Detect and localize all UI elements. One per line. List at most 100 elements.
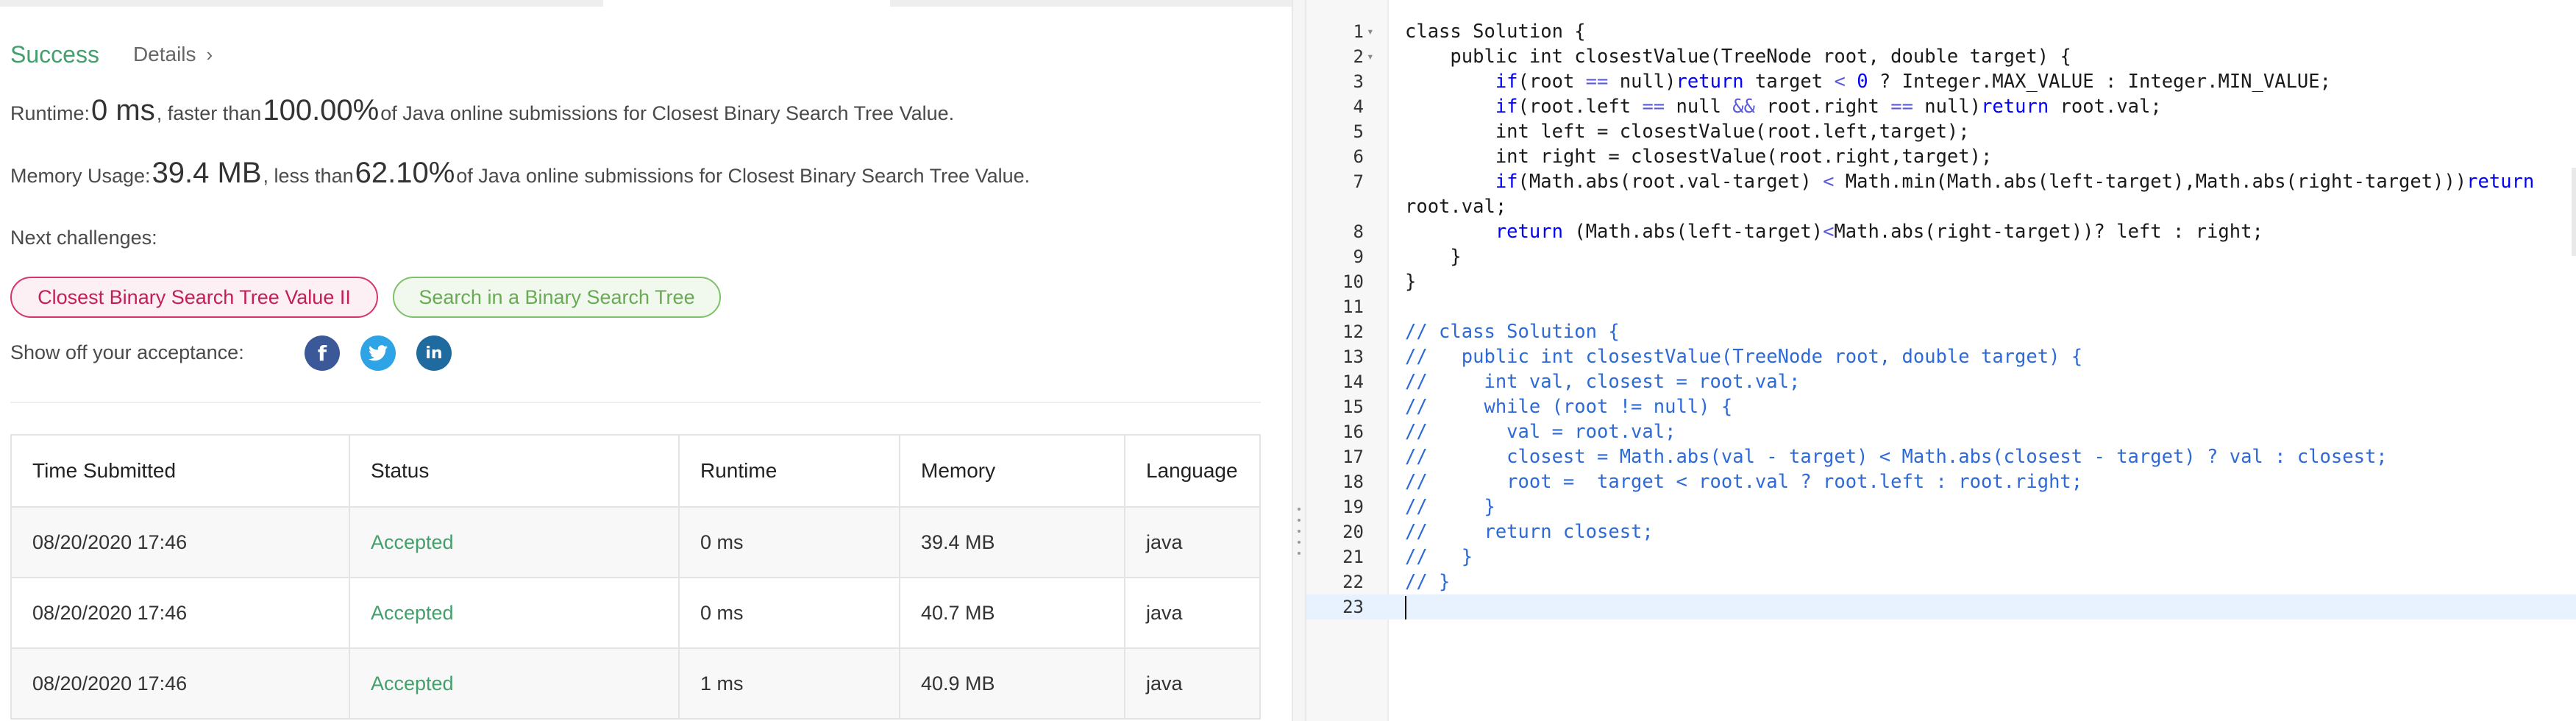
code-line[interactable]: 23 xyxy=(1306,594,2576,619)
line-number: 17 xyxy=(1342,447,1364,467)
code-line[interactable]: 10} xyxy=(1306,269,2576,294)
code-editor[interactable]: 1 ▾ class Solution {2 ▾ public int closestV… xyxy=(1306,0,2576,721)
drag-handle-icon[interactable] xyxy=(1298,508,1301,574)
pane-resize-divider[interactable] xyxy=(1292,0,1306,721)
chevron-right-icon[interactable]: › xyxy=(207,43,213,66)
code-text[interactable]: int left = closestValue(root.left,target… xyxy=(1405,119,2552,144)
cell-status-accepted[interactable]: Accepted xyxy=(349,506,680,578)
code-text[interactable]: if(Math.abs(root.val-target) < Math.min(… xyxy=(1405,169,2552,219)
code-line[interactable]: 22 // } xyxy=(1306,569,2576,594)
code-line[interactable]: 8 return (Math.abs(left-target)<Math.abs… xyxy=(1306,219,2576,244)
editor-scrollbar[interactable] xyxy=(2572,168,2576,256)
code-comment[interactable]: // val = root.val; xyxy=(1405,419,2552,444)
line-number: 2 xyxy=(1353,46,1364,67)
code-comment[interactable]: // } xyxy=(1405,544,2552,569)
code-line[interactable]: 16 // val = root.val; xyxy=(1306,419,2576,444)
line-number: 22 xyxy=(1342,572,1364,592)
line-number: 6 xyxy=(1353,146,1364,167)
code-line[interactable]: 1 ▾ class Solution { xyxy=(1306,19,2576,44)
code-line[interactable]: 18 // root = target < root.val ? root.lef… xyxy=(1306,469,2576,494)
table-row[interactable]: 08/20/2020 17:46 Accepted 0 ms 40.7 MB j… xyxy=(10,577,1261,649)
challenge-chip-search-in-bst[interactable]: Search in a Binary Search Tree xyxy=(393,277,721,318)
code-text[interactable]: if(root == null)return target < 0 ? Inte… xyxy=(1405,69,2552,94)
memory-mid: , less than xyxy=(263,165,354,187)
code-lines[interactable]: 1 ▾ class Solution {2 ▾ public int closestV… xyxy=(1306,19,2576,619)
cell-language: java xyxy=(1124,577,1261,649)
runtime-percent: 100.00% xyxy=(263,94,380,127)
code-line[interactable]: 5 int left = closestValue(root.left,targ… xyxy=(1306,119,2576,144)
next-challenges-label: Next challenges: xyxy=(10,227,157,249)
active-tab[interactable] xyxy=(603,0,890,7)
line-number: 15 xyxy=(1342,397,1364,417)
runtime-mid: , faster than xyxy=(156,102,262,124)
code-line[interactable]: 20 // return closest; xyxy=(1306,519,2576,544)
fold-arrow-icon[interactable]: ▾ xyxy=(1367,19,1374,44)
runtime-stat: Runtime: 0 ms , faster than 100.00% of J… xyxy=(10,94,954,127)
details-link[interactable]: Details › xyxy=(133,43,213,66)
code-text[interactable]: class Solution { xyxy=(1405,19,2552,44)
details-label[interactable]: Details xyxy=(133,43,196,66)
code-comment[interactable]: // root = target < root.val ? root.left … xyxy=(1405,469,2552,494)
line-number: 10 xyxy=(1342,271,1364,292)
code-text[interactable]: } xyxy=(1405,269,2552,294)
line-number: 23 xyxy=(1306,594,1364,619)
code-line[interactable]: 17 // closest = Math.abs(val - target) < … xyxy=(1306,444,2576,469)
code-comment[interactable]: // class Solution { xyxy=(1405,319,2552,344)
cell-status-accepted[interactable]: Accepted xyxy=(349,647,680,720)
line-number: 9 xyxy=(1353,246,1364,267)
column-header-status[interactable]: Status xyxy=(349,434,680,508)
fold-arrow-icon[interactable]: ▾ xyxy=(1367,44,1374,69)
code-line[interactable]: 14 // int val, closest = root.val; xyxy=(1306,369,2576,394)
panel-tab-bar xyxy=(0,0,1292,7)
code-comment[interactable]: // } xyxy=(1405,494,2552,519)
code-line[interactable]: 15 // while (root != null) { xyxy=(1306,394,2576,419)
line-number: 5 xyxy=(1353,121,1364,142)
column-header-memory[interactable]: Memory xyxy=(899,434,1125,508)
facebook-icon[interactable]: f xyxy=(305,335,340,371)
code-text[interactable] xyxy=(1405,594,2552,619)
memory-prefix: Memory Usage: xyxy=(10,165,151,187)
code-line[interactable]: 21 // } xyxy=(1306,544,2576,569)
cell-status-accepted[interactable]: Accepted xyxy=(349,577,680,649)
runtime-prefix: Runtime: xyxy=(10,102,90,124)
code-comment[interactable]: // closest = Math.abs(val - target) < Ma… xyxy=(1405,444,2552,469)
column-header-language[interactable]: Language xyxy=(1124,434,1261,508)
code-line[interactable]: 7 if(Math.abs(root.val-target) < Math.mi… xyxy=(1306,169,2576,219)
code-comment[interactable]: // public int closestValue(TreeNode root… xyxy=(1405,344,2552,369)
line-number: 18 xyxy=(1342,472,1364,492)
challenge-chip-closest-bst-value-ii[interactable]: Closest Binary Search Tree Value II xyxy=(10,277,378,318)
cell-time: 08/20/2020 17:46 xyxy=(10,506,350,578)
code-line[interactable]: 6 int right = closestValue(root.right,ta… xyxy=(1306,144,2576,169)
code-text[interactable]: } xyxy=(1405,244,2552,269)
line-number: 11 xyxy=(1342,296,1364,317)
linkedin-icon[interactable]: in xyxy=(416,335,452,371)
code-line[interactable]: 19 // } xyxy=(1306,494,2576,519)
code-comment[interactable]: // return closest; xyxy=(1405,519,2552,544)
code-text[interactable]: int right = closestValue(root.right,targ… xyxy=(1405,144,2552,169)
code-line[interactable]: 13 // public int closestValue(TreeNode ro… xyxy=(1306,344,2576,369)
code-comment[interactable]: // while (root != null) { xyxy=(1405,394,2552,419)
table-row[interactable]: 08/20/2020 17:46 Accepted 0 ms 39.4 MB j… xyxy=(10,506,1261,578)
cell-runtime: 0 ms xyxy=(678,506,900,578)
code-line[interactable]: 11 xyxy=(1306,294,2576,319)
code-comment[interactable]: // int val, closest = root.val; xyxy=(1405,369,2552,394)
code-text[interactable]: return (Math.abs(left-target)<Math.abs(r… xyxy=(1405,219,2552,244)
code-comment[interactable]: // } xyxy=(1405,569,2552,594)
code-line[interactable]: 9 } xyxy=(1306,244,2576,269)
cell-language: java xyxy=(1124,647,1261,720)
twitter-icon[interactable] xyxy=(360,335,396,371)
cell-runtime: 0 ms xyxy=(678,577,900,649)
line-number: 4 xyxy=(1353,96,1364,117)
code-text[interactable]: public int closestValue(TreeNode root, d… xyxy=(1405,44,2552,69)
divider xyxy=(10,402,1261,403)
code-line[interactable]: 4 if(root.left == null && root.right == … xyxy=(1306,94,2576,119)
status-success: Success xyxy=(10,40,99,68)
table-row[interactable]: 08/20/2020 17:46 Accepted 1 ms 40.9 MB j… xyxy=(10,647,1261,720)
code-line[interactable]: 2 ▾ public int closestValue(TreeNode root… xyxy=(1306,44,2576,69)
code-text[interactable]: if(root.left == null && root.right == nu… xyxy=(1405,94,2552,119)
line-number: 20 xyxy=(1342,522,1364,542)
code-line[interactable]: 3 if(root == null)return target < 0 ? In… xyxy=(1306,69,2576,94)
column-header-time[interactable]: Time Submitted xyxy=(10,434,350,508)
code-line[interactable]: 12 // class Solution { xyxy=(1306,319,2576,344)
column-header-runtime[interactable]: Runtime xyxy=(678,434,900,508)
